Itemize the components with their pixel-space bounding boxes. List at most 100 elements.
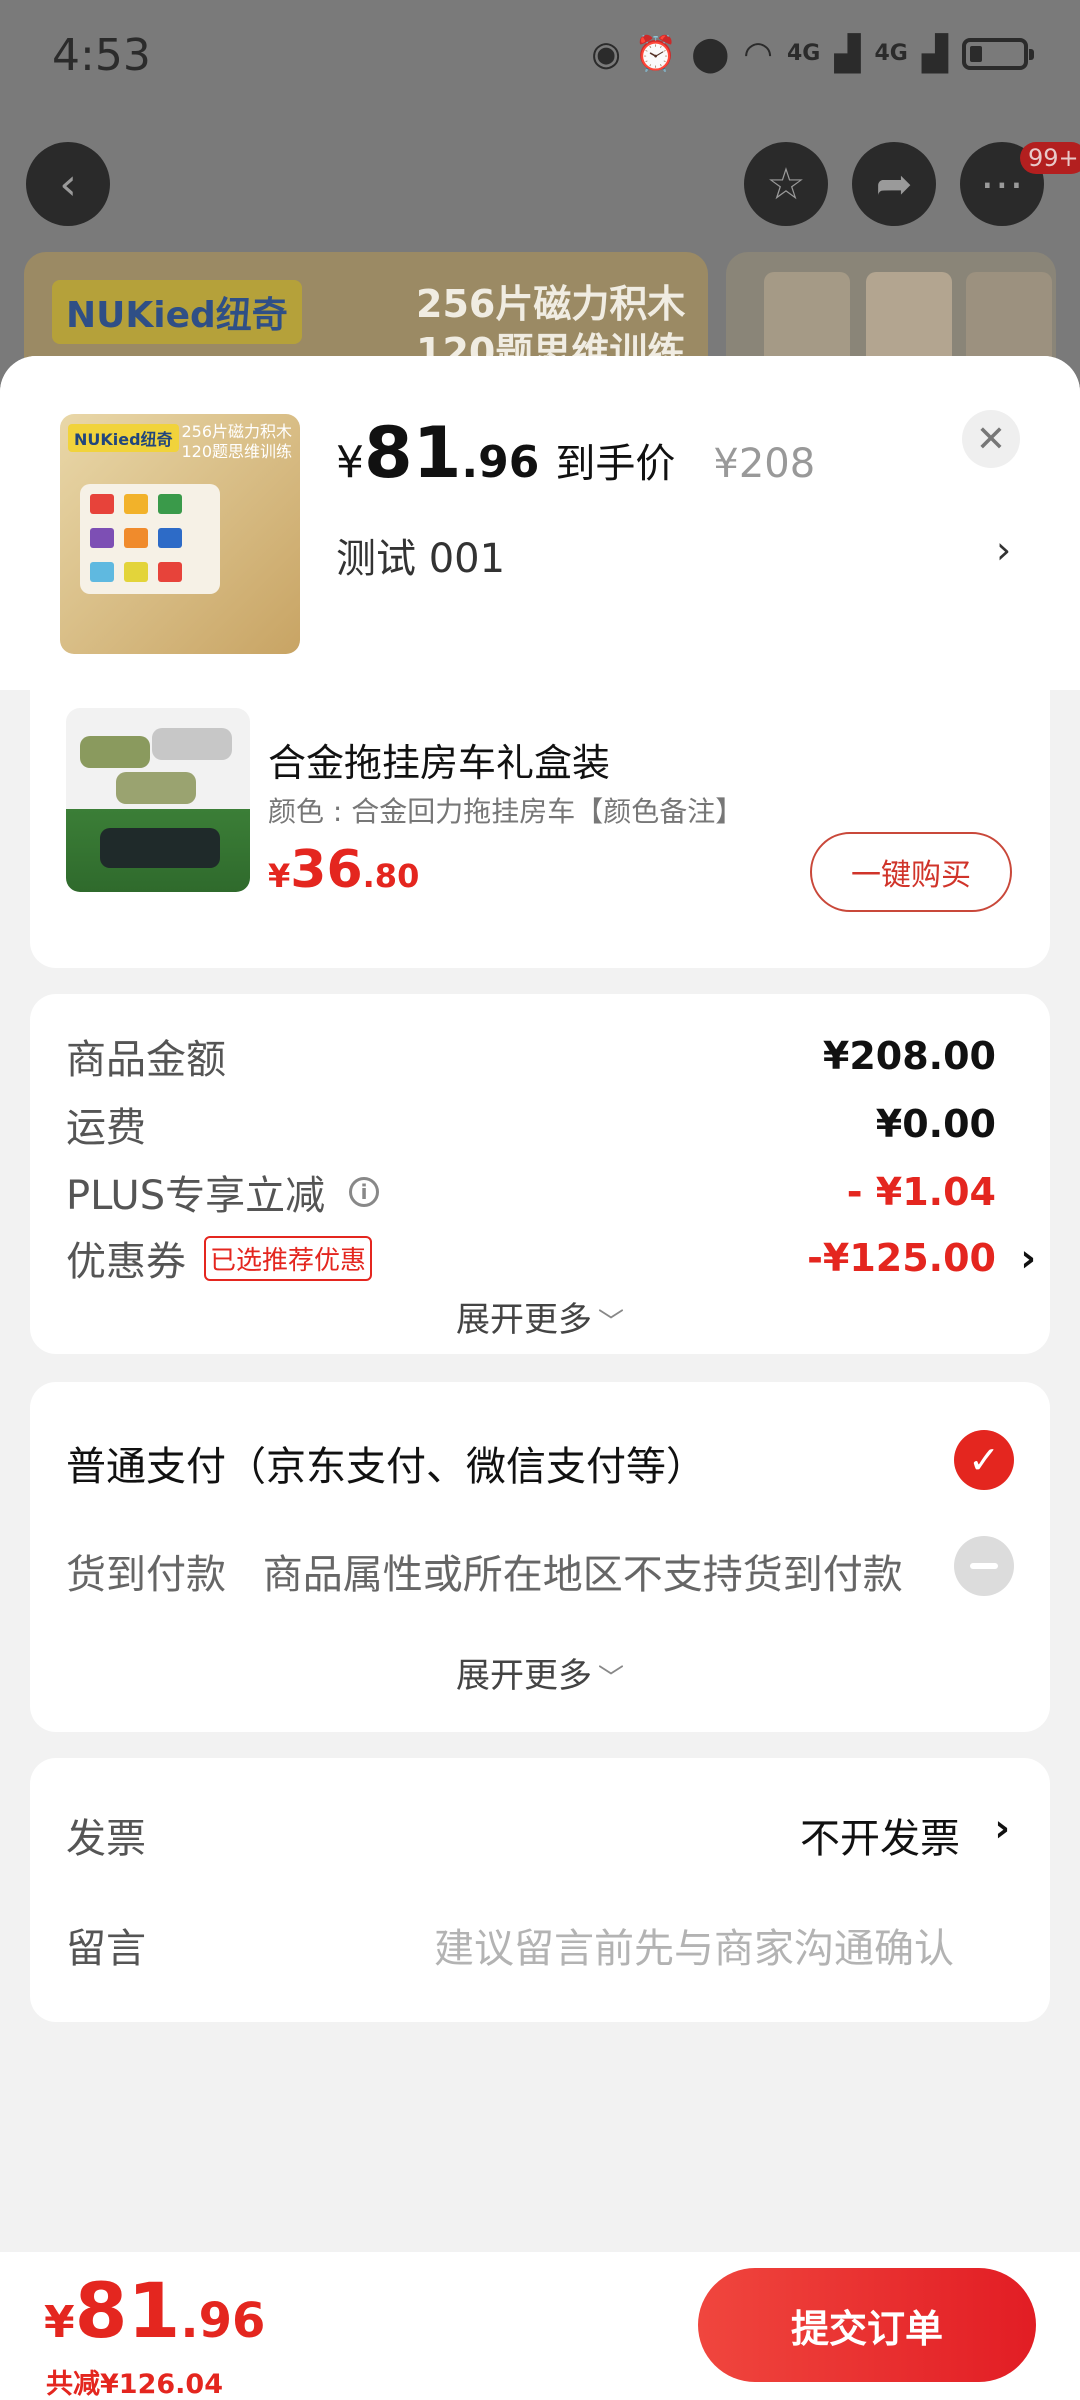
thumb-block xyxy=(90,528,114,548)
price-tag: 到手价 xyxy=(555,441,676,487)
addon-price: ¥ 36 .80 xyxy=(268,840,419,900)
disabled-minus-icon xyxy=(954,1536,1014,1596)
close-icon: ✕ xyxy=(975,418,1007,460)
expand-more-fees[interactable]: 展开更多 ﹀ xyxy=(30,1292,1050,1341)
status-icons: ◉ ⏰ ⬤ ◠ 4G ▟ 4G ▟ xyxy=(591,32,1034,76)
price-decimal: .80 xyxy=(362,857,420,895)
fee-breakdown-card: 商品金额 ¥208.00 运费 ¥0.00 PLUS专享立减 i - ¥1.04… xyxy=(30,994,1050,1354)
submit-bar: ¥ 81 .96 共减¥126.04 提交订单 xyxy=(0,2252,1080,2400)
one-click-buy-button[interactable]: 一键购买 xyxy=(810,832,1012,912)
thumb-block xyxy=(124,494,148,514)
thumb-block xyxy=(158,562,182,582)
chevron-right-icon[interactable]: › xyxy=(994,1806,1010,1850)
submit-order-button[interactable]: 提交订单 xyxy=(698,2268,1036,2382)
message-input[interactable]: 建议留言前先与商家沟通确认 xyxy=(434,1916,954,1974)
currency-symbol: ¥ xyxy=(336,437,364,488)
thumb-vehicle xyxy=(100,828,220,868)
status-time: 4:53 xyxy=(52,30,151,81)
invoice-message-card: 发票 不开发票 › 留言 建议留言前先与商家沟通确认 xyxy=(30,1758,1050,2022)
chevron-right-icon[interactable]: › xyxy=(996,528,1011,572)
status-bar: 4:53 ◉ ⏰ ⬤ ◠ 4G ▟ 4G ▟ xyxy=(0,0,1080,118)
expand-more-label: 展开更多 xyxy=(455,1300,592,1340)
goods-amount-row: 商品金额 ¥208.00 xyxy=(66,1026,996,1086)
coupon-row[interactable]: 优惠券 已选推荐优惠 -¥125.00 › xyxy=(66,1228,1036,1288)
coupon-tag: 已选推荐优惠 xyxy=(204,1235,373,1281)
thumb-vehicle xyxy=(152,728,232,760)
price-integer: 36 xyxy=(290,840,363,900)
star-icon: ☆ xyxy=(766,158,806,210)
share-button[interactable]: ➦ xyxy=(852,142,936,226)
check-icon[interactable]: ✓ xyxy=(954,1430,1014,1490)
price-decimal: .96 xyxy=(180,2293,266,2349)
normal-payment-option[interactable]: 普通支付（京东支付、微信支付等） xyxy=(66,1434,706,1492)
cod-payment-option: 货到付款 商品属性或所在地区不支持货到付款 xyxy=(66,1542,903,1600)
network-icon-2: 4G xyxy=(874,41,908,66)
thumb-block xyxy=(90,562,114,582)
chevron-down-icon: ﹀ xyxy=(597,1664,624,1694)
back-button[interactable]: ‹ xyxy=(26,142,110,226)
addon-title: 合金拖挂房车礼盒装 xyxy=(268,741,611,785)
plus-discount-label: PLUS专享立减 xyxy=(66,1173,326,1219)
original-price: ¥208 xyxy=(713,441,816,487)
eye-icon: ◉ xyxy=(591,34,621,74)
thumb-logo: NUKied纽奇 xyxy=(68,424,179,452)
thumb-vehicle xyxy=(116,772,196,804)
cod-label: 货到付款 xyxy=(66,1552,226,1598)
thumb-block xyxy=(158,528,182,548)
message-label: 留言 xyxy=(66,1926,146,1972)
signal-icon-2: ▟ xyxy=(921,34,948,74)
thumb-block xyxy=(158,494,182,514)
chevron-right-icon: › xyxy=(1020,1236,1036,1280)
location-icon: ⬤ xyxy=(691,34,730,74)
goods-amount-label: 商品金额 xyxy=(66,1037,226,1083)
payment-method-card: 普通支付（京东支付、微信支付等） ✓ 货到付款 商品属性或所在地区不支持货到付款… xyxy=(30,1382,1050,1732)
thumb-block xyxy=(124,528,148,548)
shipping-row: 运费 ¥0.00 xyxy=(66,1094,996,1154)
thumb-block xyxy=(124,562,148,582)
background-page: 4:53 ◉ ⏰ ⬤ ◠ 4G ▟ 4G ▟ ‹ ☆ ➦ ⋯ 99+ NUKie… xyxy=(0,0,1080,422)
coupon-label: 优惠券 xyxy=(66,1239,186,1285)
plus-discount-value: - ¥1.04 xyxy=(846,1170,996,1214)
network-icon: 4G xyxy=(786,41,821,66)
spec-selector[interactable]: 测试 001 xyxy=(336,526,505,584)
addon-variant: 颜色 : 合金回力拖挂房车【颜色备注】 xyxy=(268,795,744,828)
currency-symbol: ¥ xyxy=(268,857,291,895)
total-price: ¥ 81 .96 xyxy=(44,2266,265,2355)
brand-logo: NUKied纽奇 xyxy=(52,280,302,344)
share-icon: ➦ xyxy=(875,158,913,210)
price-integer: 81 xyxy=(74,2266,181,2355)
battery-icon xyxy=(962,38,1034,70)
info-icon[interactable]: i xyxy=(349,1177,380,1207)
addon-thumbnail xyxy=(66,708,250,892)
plus-discount-row: PLUS专享立减 i - ¥1.04 xyxy=(66,1162,996,1222)
currency-symbol: ¥ xyxy=(44,2297,75,2348)
price-integer: 81 xyxy=(364,412,462,494)
addon-product-card: 合金拖挂房车礼盒装 颜色 : 合金回力拖挂房车【颜色备注】 ¥ 36 .80 一… xyxy=(30,690,1050,968)
invoice-label: 发票 xyxy=(66,1816,146,1862)
goods-amount-value: ¥208.00 xyxy=(822,1034,996,1078)
sheet-header: NUKied纽奇 256片磁力积木 120题思维训练 ¥ 81 .96 到手价 xyxy=(0,356,1080,690)
chevron-down-icon: ﹀ xyxy=(597,1308,624,1338)
thumb-caption-2: 120题思维训练 xyxy=(181,442,292,461)
shipping-label: 运费 xyxy=(66,1105,146,1151)
thumb-caption: 256片磁力积木 120题思维训练 xyxy=(181,422,292,462)
product-thumbnail: NUKied纽奇 256片磁力积木 120题思维训练 xyxy=(60,414,300,654)
expand-more-payment[interactable]: 展开更多 ﹀ xyxy=(30,1648,1050,1697)
signal-icon: ▟ xyxy=(834,34,861,74)
thumb-block xyxy=(90,494,114,514)
invoice-value[interactable]: 不开发票 xyxy=(800,1806,960,1864)
wifi-icon: ◠ xyxy=(743,34,773,74)
chevron-left-icon: ‹ xyxy=(59,158,77,210)
alarm-icon: ⏰ xyxy=(634,34,678,74)
final-price: ¥ 81 .96 到手价 ¥208 xyxy=(336,412,815,494)
favorite-button[interactable]: ☆ xyxy=(744,142,828,226)
banner-line-1: 256片磁力积木 xyxy=(416,282,686,326)
notification-badge: 99+ xyxy=(1020,142,1080,174)
price-decimal: .96 xyxy=(461,437,540,488)
thumb-tray xyxy=(80,484,220,594)
thumb-vehicle xyxy=(80,736,150,768)
checkout-sheet: NUKied纽奇 256片磁力积木 120题思维训练 ¥ 81 .96 到手价 xyxy=(0,356,1080,2400)
total-savings: 共减¥126.04 xyxy=(46,2369,223,2400)
close-button[interactable]: ✕ xyxy=(962,410,1020,468)
shipping-value: ¥0.00 xyxy=(875,1102,996,1146)
